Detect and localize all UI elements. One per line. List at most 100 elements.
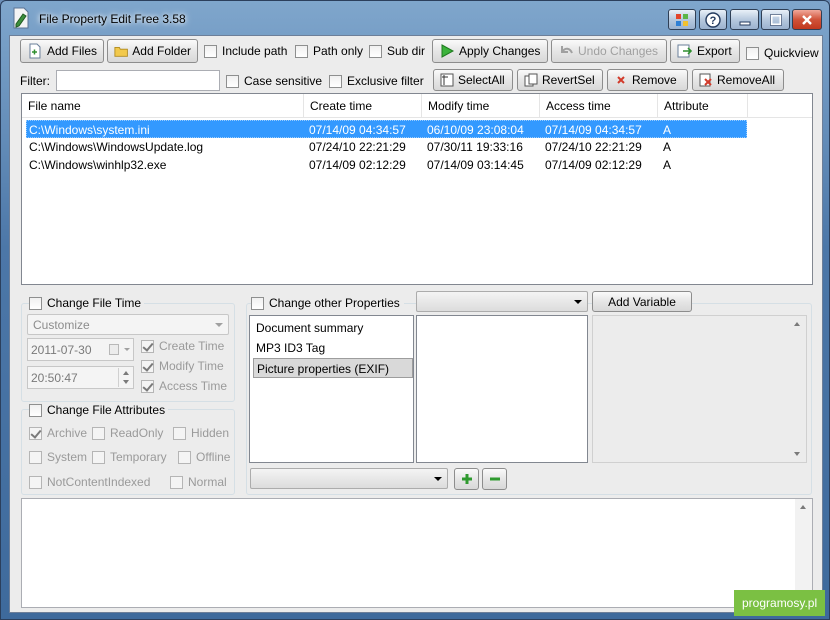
cell-file-name: C:\Windows\system.ini [29,123,150,137]
case-sensitive-checkbox[interactable]: Case sensitive [226,74,322,88]
access-time-checkbox[interactable]: Access Time [141,379,227,393]
watermark: programosy.pl [734,590,826,616]
property-list[interactable] [416,315,588,463]
time-input[interactable]: 20:50:47 [27,366,134,389]
close-button[interactable] [792,9,822,30]
file-list-header: File name Create time Modify time Access… [22,94,812,118]
access-time-label: Access Time [159,379,228,393]
filter-input[interactable] [56,70,220,91]
output-textarea[interactable] [21,498,813,608]
column-header-access-time[interactable]: Access time [540,94,658,118]
windows-icon [676,13,688,26]
cell-attribute: A [663,158,672,172]
apply-changes-button[interactable]: Apply Changes [432,39,548,63]
help-button[interactable]: ? [699,9,727,30]
offline-checkbox[interactable]: Offline [178,450,230,464]
change-file-attributes-checkbox[interactable]: Change File Attributes [29,403,169,417]
property-select[interactable] [416,291,588,312]
temporary-checkbox[interactable]: Temporary [92,450,167,464]
file-list[interactable]: File name Create time Modify time Access… [21,93,813,285]
include-path-label: Include path [222,44,288,58]
cell-create-time: 07/14/09 04:34:57 [309,123,406,137]
checkbox-box [295,44,308,58]
close-icon [802,14,812,25]
remove-button[interactable]: Remove [607,69,688,91]
checkbox-box [141,339,154,353]
add-variable-button[interactable]: Add Variable [592,291,692,312]
change-file-time-checkbox[interactable]: Change File Time [29,296,145,310]
sub-dir-checkbox[interactable]: Sub dir [369,44,425,58]
checkbox-box [251,296,264,310]
checkbox-box [29,450,42,464]
list-item[interactable]: MP3 ID3 Tag [253,338,413,358]
not-content-indexed-checkbox[interactable]: NotContentIndexed [29,475,150,489]
include-path-checkbox[interactable]: Include path [204,44,287,58]
property-value-scrollbar[interactable] [789,316,806,462]
quickview-checkbox[interactable]: Quickview [746,46,819,60]
change-other-properties-checkbox[interactable]: Change other Properties [251,296,404,310]
offline-label: Offline [196,450,231,464]
title-bar[interactable]: File Property Edit Free 3.58 ? [1,1,829,35]
revert-selection-icon [524,73,538,87]
date-value: 2011-07-30 [31,342,92,357]
spin-down-icon [123,380,129,384]
archive-checkbox[interactable]: Archive [29,426,87,440]
minimize-icon [739,21,750,25]
system-checkbox[interactable]: System [29,450,87,464]
list-item[interactable]: Document summary [253,318,413,338]
undo-changes-button[interactable]: Undo Changes [551,39,667,63]
list-item[interactable]: Picture properties (EXIF) [253,358,413,378]
column-header-modify-time[interactable]: Modify time [422,94,540,118]
maximize-icon [769,13,782,26]
time-mode-select[interactable]: Customize [27,314,229,335]
chevron-down-icon [434,477,442,481]
property-value-panel[interactable] [592,315,807,463]
quickview-label: Quickview [764,46,819,60]
create-time-checkbox[interactable]: Create Time [141,339,224,353]
sub-dir-label: Sub dir [387,44,426,58]
minimize-button[interactable] [730,9,759,30]
table-row[interactable]: C:\Windows\WindowsUpdate.log 07/24/10 22… [26,138,747,156]
remove-value-button[interactable] [482,468,507,490]
path-only-checkbox[interactable]: Path only [295,44,363,58]
chevron-down-icon [215,323,223,327]
modify-time-checkbox[interactable]: Modify Time [141,359,224,373]
add-value-button[interactable] [454,468,479,490]
table-row[interactable]: C:\Windows\winhlp32.exe 07/14/09 02:12:2… [26,156,747,174]
normal-checkbox[interactable]: Normal [170,475,227,489]
cell-access-time: 07/14/09 02:12:29 [545,158,642,172]
column-header-file-name[interactable]: File name [22,94,304,118]
maximize-button[interactable] [761,9,790,30]
revert-sel-label: RevertSel [542,73,595,87]
hidden-checkbox[interactable]: Hidden [173,426,229,440]
select-all-button[interactable]: SelectAll [433,69,513,91]
column-header-create-time[interactable]: Create time [304,94,422,118]
checkbox-box [92,426,105,440]
add-files-button[interactable]: Add Files [20,39,104,63]
scroll-up-icon [800,505,806,509]
window-title: File Property Edit Free 3.58 [39,12,186,26]
plus-icon [461,474,472,484]
app-menu-button[interactable] [668,9,696,30]
export-button[interactable]: Export [670,39,740,63]
property-category-list[interactable]: Document summary MP3 ID3 Tag Picture pro… [249,315,414,463]
checkbox-box [329,74,342,88]
cell-modify-time: 07/14/09 03:14:45 [427,158,524,172]
remove-all-button[interactable]: RemoveAll [692,69,784,91]
revert-sel-button[interactable]: RevertSel [517,69,603,91]
readonly-checkbox[interactable]: ReadOnly [92,426,163,440]
path-only-label: Path only [313,44,364,58]
value-select[interactable] [250,468,448,489]
date-picker[interactable]: 2011-07-30 [27,338,134,361]
exclusive-filter-checkbox[interactable]: Exclusive filter [329,74,424,88]
time-spinner[interactable] [118,368,132,387]
table-row[interactable]: C:\Windows\system.ini 07/14/09 04:34:57 … [26,120,747,138]
checkbox-box [170,475,183,489]
add-folder-button[interactable]: Add Folder [107,39,198,63]
temporary-label: Temporary [110,450,167,464]
column-header-attribute[interactable]: Attribute [658,94,748,118]
help-icon: ? [705,11,721,28]
scroll-down-icon [794,452,800,456]
checkbox-box [746,46,759,60]
add-files-label: Add Files [46,44,97,58]
